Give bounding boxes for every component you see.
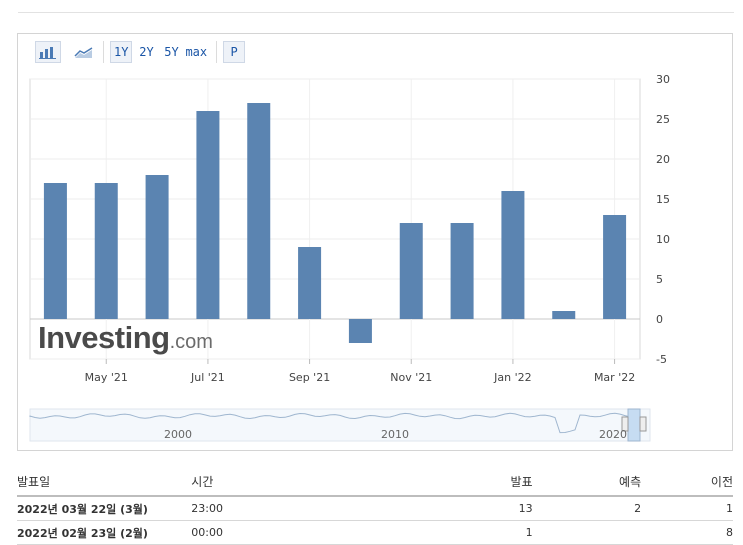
table-header-row: 발표일 시간 발표 예측 이전 <box>17 467 733 497</box>
chart-bar <box>298 247 322 319</box>
row-previous: 1 <box>641 496 733 521</box>
chart-bar <box>247 103 271 319</box>
row-time: 00:00 <box>191 520 468 545</box>
releases-table: 발표일 시간 발표 예측 이전 2022년 03월 22일 (3월) 23:00… <box>17 467 733 545</box>
navigator-handle-right <box>639 416 647 432</box>
row-actual: 1 <box>467 520 533 545</box>
navigator-label: 2010 <box>381 428 409 441</box>
header-time[interactable]: 시간 <box>191 467 468 497</box>
chart-bar <box>603 215 627 319</box>
row-time: 23:00 <box>191 496 468 521</box>
header-actual[interactable]: 발표 <box>467 467 533 497</box>
y-tick-label: 20 <box>656 153 670 166</box>
plot-area <box>29 78 641 360</box>
chart-bar <box>399 223 423 319</box>
row-forecast <box>532 520 642 545</box>
row-date: 2022년 02월 23일 (2월) <box>17 520 192 545</box>
y-tick-label: 25 <box>656 113 670 126</box>
y-tick-label: 30 <box>656 73 670 86</box>
logo-main-text: Investing <box>38 320 170 355</box>
x-tick-label: Jan '22 <box>493 371 531 384</box>
header-previous[interactable]: 이전 <box>641 467 733 497</box>
navigator-selection <box>627 408 641 442</box>
chart-bar <box>450 223 474 319</box>
chart-bar <box>348 319 372 343</box>
y-tick-label: 5 <box>656 273 663 286</box>
top-divider <box>18 12 734 13</box>
row-previous: 8 <box>641 520 733 545</box>
chart-container: 1Y 2Y 5Y max P -5 0 5 10 15 20 25 30 May '21 Jul … <box>17 33 733 451</box>
chart-bar <box>94 183 118 319</box>
row-actual: 13 <box>467 496 533 521</box>
chart-bar <box>552 311 576 319</box>
header-forecast[interactable]: 예측 <box>532 467 642 497</box>
y-tick-label: 0 <box>656 313 663 326</box>
y-tick-label: -5 <box>656 353 667 366</box>
x-tick-label: Nov '21 <box>390 371 432 384</box>
chart-plot: -5 0 5 10 15 20 25 30 May '21 Jul '21 Sep '21 Nov '… <box>29 73 670 442</box>
table-row: 2022년 03월 22일 (3월) 23:00 13 2 1 <box>17 496 733 521</box>
navigator-label: 2000 <box>164 428 192 441</box>
y-tick-label: 15 <box>656 193 670 206</box>
x-tick-label: Sep '21 <box>289 371 330 384</box>
logo-suffix-text: .com <box>169 331 213 353</box>
chart-bar <box>501 191 525 319</box>
row-date: 2022년 03월 22일 (3월) <box>17 496 192 521</box>
row-forecast: 2 <box>532 496 642 521</box>
y-tick-label: 10 <box>656 233 670 246</box>
investing-logo: Investing .com <box>38 320 213 356</box>
table-row: 2022년 02월 23일 (2월) 00:00 1 8 <box>17 520 733 545</box>
x-tick-label: Jul '21 <box>190 371 225 384</box>
chart-bar <box>196 111 220 319</box>
x-tick-label: May '21 <box>85 371 128 384</box>
chart-bar <box>43 183 67 319</box>
x-tick-label: Mar '22 <box>594 371 635 384</box>
header-date[interactable]: 발표일 <box>17 467 192 497</box>
chart-bar <box>145 175 169 319</box>
navigator-label: 2020 <box>599 428 627 441</box>
